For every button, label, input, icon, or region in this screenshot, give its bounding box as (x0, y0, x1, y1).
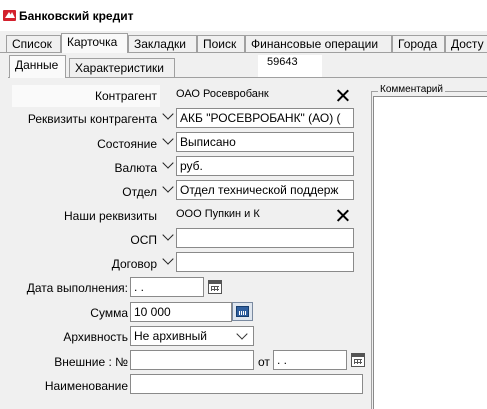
currency-label: Валюта (114, 161, 157, 175)
tab-bookmarks[interactable]: Закладки (128, 35, 197, 52)
record-id: 59643 (258, 55, 322, 77)
clear-contragent-icon[interactable] (336, 89, 349, 102)
external-number-label: Внешние : № (54, 355, 128, 369)
calendar-icon[interactable] (208, 280, 222, 294)
contract-label: Договор (111, 257, 157, 271)
subtab-data[interactable]: Данные (9, 55, 66, 78)
clear-our-details-icon[interactable] (336, 209, 349, 222)
department-field[interactable]: Отдел технической поддерж (176, 180, 354, 200)
tab-search[interactable]: Поиск (197, 35, 245, 52)
osp-label: ОСП (130, 233, 157, 247)
state-label: Состояние (97, 137, 157, 151)
department-label: Отдел (122, 185, 157, 199)
external-date-field[interactable]: . . (273, 350, 347, 370)
comment-label: Комментарий (378, 84, 445, 95)
title-bar: Банковский кредит (0, 0, 487, 31)
external-date-label: от (258, 355, 270, 369)
external-calendar-icon[interactable] (351, 353, 365, 367)
our-details-label: Наши реквизиты (63, 209, 157, 223)
tab-list[interactable]: Список (6, 35, 61, 52)
currency-field[interactable]: руб. (176, 156, 354, 176)
calculator-icon (236, 306, 249, 317)
tab-financial-operations[interactable]: Финансовые операции (245, 35, 392, 52)
tab-card[interactable]: Карточка (61, 33, 128, 53)
state-field[interactable]: Выписано (176, 132, 354, 152)
exec-date-label: Дата выполнения: (26, 281, 128, 295)
amount-field[interactable]: 10 000 (130, 302, 232, 322)
calculator-button[interactable] (232, 302, 253, 321)
archive-select-value: Не архивный (134, 329, 207, 343)
exec-date-field[interactable]: . . (130, 277, 204, 297)
window-title: Банковский кредит (19, 9, 134, 23)
contragent-details-label: Реквизиты контрагента (27, 112, 157, 126)
amount-label: Сумма (90, 306, 128, 320)
osp-field[interactable] (176, 228, 354, 248)
tab-cities[interactable]: Города (392, 35, 445, 52)
subtab-characteristics[interactable]: Характеристики (69, 58, 175, 77)
contract-field[interactable] (176, 252, 354, 272)
archive-label: Архивность (63, 330, 128, 344)
our-details-value: ООО Пупкин и К (176, 208, 260, 220)
archive-select[interactable]: Не архивный (130, 326, 254, 346)
name-label: Наименование (44, 379, 128, 393)
comment-textarea[interactable] (373, 96, 487, 409)
name-field[interactable] (130, 374, 363, 394)
external-number-field[interactable] (130, 350, 254, 370)
contragent-value: ОАО Росевробанк (176, 88, 269, 100)
contragent-label: Контрагент (94, 89, 157, 103)
tab-access[interactable]: Досту (445, 35, 487, 52)
bank-logo-icon (3, 10, 16, 21)
contragent-details-field[interactable]: АКБ "РОСЕВРОБАНК" (АО) ( (176, 108, 354, 128)
